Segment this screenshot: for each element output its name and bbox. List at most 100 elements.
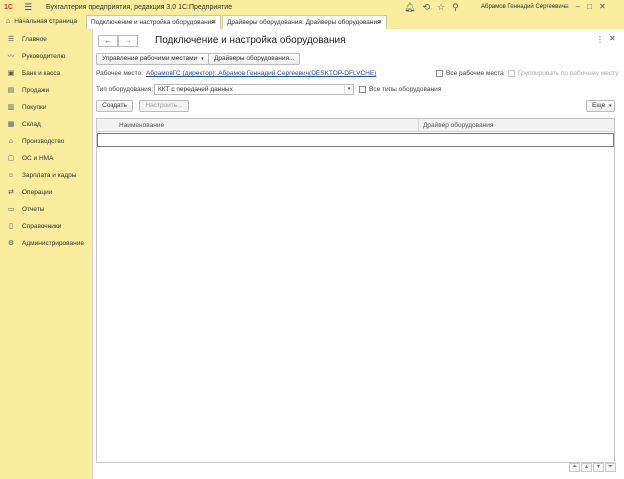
manage-workplaces-label: Управление рабочими местами [102,55,198,62]
group-by-workplace-label: Группировать по рабочему месту [518,70,619,77]
warehouse-icon: ▦ [7,121,15,128]
sidebar-item-label: Склад [22,120,41,128]
chevron-down-icon: ▾ [201,56,204,62]
tab-label: Подключение и настройка оборудования [91,19,215,26]
scroll-down-icon[interactable]: ▾ [593,463,604,472]
tabs-row: ⌂ Начальная страница Подключение и настро… [0,15,624,29]
all-workplaces-checkbox[interactable] [436,70,443,77]
tab-home-label: Начальная страница [14,18,78,25]
sidebar-item-main[interactable]: ☰ Главное [0,32,92,46]
more-actions-icon[interactable]: ⋮ [596,35,604,44]
book-icon: ▯ [9,223,13,230]
tab-close-icon[interactable]: × [378,16,382,30]
sidebar-item-operations[interactable]: ⇄ Операции [0,185,92,199]
sidebar-item-label: Операции [22,188,53,196]
sidebar-item-reports[interactable]: ▭ Отчеты [0,202,92,216]
reports-icon: ▭ [7,206,15,213]
scroll-up-icon[interactable]: ▴ [581,463,592,472]
all-types-checkbox[interactable] [359,86,366,93]
operations-icon: ⇄ [8,189,14,196]
tab-label: Драйверы оборудования: Драйверы оборудов… [227,19,381,26]
scroll-first-icon[interactable]: ⏶ [569,463,580,472]
people-icon: ☺ [7,171,15,179]
app-logo: 1С [4,4,13,11]
tab-equipment-setup[interactable]: Подключение и настройка оборудования × [86,15,221,29]
chevron-down-icon: ▾ [609,103,612,109]
table-header: Наименование Драйвер оборудования [97,119,614,132]
tab-close-icon[interactable]: × [212,16,216,30]
equipment-type-select[interactable]: ККТ с передачей данных ▾ [154,84,354,95]
assets-icon: ▢ [7,155,15,162]
menu-icon: ☰ [7,36,15,43]
sidebar: ☰ Главное 〰 Руководителю ▣ Банк и касса ▤ Пр… [0,30,92,479]
forward-button[interactable]: → [118,35,138,47]
minimize-icon[interactable]: – [576,2,580,11]
tab-home[interactable]: ⌂ Начальная страница [2,15,84,29]
group-by-workplace-checkbox[interactable] [508,70,515,77]
sidebar-item-label: Главное [22,35,47,43]
table-row[interactable] [97,133,614,147]
bank-icon: ▣ [7,70,15,77]
equipment-type-label: Тип оборудования: [96,86,154,93]
home-icon: ⌂ [6,18,11,25]
column-header-name[interactable]: Наименование [119,119,164,132]
bell-icon[interactable]: 🔔︎ [404,2,415,13]
sidebar-item-label: Покупки [22,103,47,111]
configure-button[interactable]: Настроить... [139,100,189,112]
equipment-table[interactable]: Наименование Драйвер оборудования [96,118,615,463]
basket-icon: ▥ [7,104,15,111]
manage-workplaces-button[interactable]: Управление рабочими местами ▾ [96,53,210,65]
sidebar-item-label: Банк и касса [22,69,61,77]
sidebar-item-label: Продажи [22,86,50,94]
workplace-label: Рабочее место: [96,70,144,77]
close-window-icon[interactable]: ✕ [599,2,606,11]
sidebar-item-label: Отчеты [22,205,45,213]
sidebar-item-label: Администрирование [22,239,84,247]
sidebar-item-label: Производство [22,137,65,145]
page-title: Подключение и настройка оборудования [155,35,346,46]
sidebar-item-label: Справочники [22,222,62,230]
app-title: Бухгалтерия предприятия, редакция 3.0 1С… [46,4,233,11]
column-header-driver[interactable]: Драйвер оборудования [423,119,493,132]
sidebar-item-label: Зарплата и кадры [22,171,77,179]
tab-equipment-drivers[interactable]: Драйверы оборудования: Драйверы оборудов… [222,15,387,29]
hamburger-menu-icon[interactable]: ☰ [24,2,34,13]
star-icon[interactable]: ☆ [437,2,445,13]
sidebar-item-label: Руководителю [22,52,66,60]
close-form-icon[interactable]: ✕ [609,34,616,43]
more-button[interactable]: Еще ▾ [586,100,615,112]
title-bar: 1С ☰ Бухгалтерия предприятия, редакция 3… [0,0,624,15]
sidebar-item-purchases[interactable]: ▥ Покупки [0,100,92,114]
create-button[interactable]: Создать [96,100,133,112]
more-label: Еще [592,102,606,109]
maximize-icon[interactable]: □ [587,2,592,11]
workplace-link[interactable]: АбрамовГС (директор): Абрамов Геннадий С… [146,70,376,77]
equipment-type-value: ККТ с передачей данных [158,86,233,93]
factory-icon: ⌂ [8,137,14,145]
settings-menu-icon[interactable]: ≡ [564,2,569,11]
chart-line-icon: 〰 [7,53,15,60]
sidebar-item-admin[interactable]: ⚙ Администрирование [0,236,92,250]
column-divider[interactable] [418,119,419,132]
sidebar-item-payroll[interactable]: ☺ Зарплата и кадры [0,168,92,182]
gear-icon: ⚙ [7,240,15,247]
chevron-down-icon[interactable]: ▾ [344,85,353,94]
main-panel: ← → Подключение и настройка оборудования… [92,29,624,479]
sidebar-item-bank[interactable]: ▣ Банк и касса [0,66,92,80]
sidebar-item-sales[interactable]: ▤ Продажи [0,83,92,97]
drivers-button[interactable]: Драйверы оборудования... [208,53,301,65]
user-name[interactable]: Абрамов Геннадий Сергеевич [481,4,565,10]
sidebar-item-assets[interactable]: ▢ ОС и НМА [0,151,92,165]
history-icon[interactable]: ⟲ [422,2,430,13]
back-button[interactable]: ← [98,35,118,47]
scroll-last-icon[interactable]: ⏷ [605,463,616,472]
cart-icon: ▤ [7,87,15,94]
sidebar-item-production[interactable]: ⌂ Производство [0,134,92,148]
sidebar-item-label: ОС и НМА [22,154,54,162]
sidebar-item-manager[interactable]: 〰 Руководителю [0,49,92,63]
sidebar-item-references[interactable]: ▯ Справочники [0,219,92,233]
sidebar-item-warehouse[interactable]: ▦ Склад [0,117,92,131]
all-workplaces-label: Все рабочие места [446,70,504,77]
all-types-label: Все типы оборудования [369,86,442,93]
search-icon[interactable]: ⚲ [452,2,459,13]
